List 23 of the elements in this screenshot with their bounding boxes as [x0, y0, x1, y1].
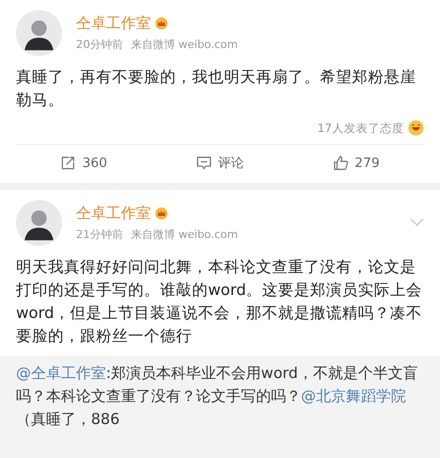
- reaction-count[interactable]: 17人发表了态度: [317, 120, 404, 136]
- quoted-post-text: @仝卓工作室:郑演员本科毕业不会用word，不就是个半文盲吗？本科论文查重了没有？论文手写的吗？@北京舞蹈学院 （真睡了，886: [0, 356, 440, 437]
- like-button[interactable]: 279: [328, 152, 384, 174]
- post-text: 明天我真得好好问问北舞，本科论文查重了没有，论文是打印的还是手写的。谁敲的word。这要是郑演员实际上会word，但是上节目装逼说不会，那不就是撒谎精吗？凑不要脸的，跟粉丝一个德行: [16, 257, 424, 347]
- comment-icon: [196, 155, 212, 171]
- author-name[interactable]: 仝卓工作室: [76, 204, 151, 223]
- post-time: 20分钟前: [76, 37, 123, 52]
- post-source: 来自微博 weibo.com: [131, 227, 238, 242]
- laughing-face-icon[interactable]: [408, 120, 424, 136]
- comment-button[interactable]: 评论: [192, 152, 248, 174]
- avatar-icon[interactable]: [16, 200, 62, 246]
- author-name[interactable]: 仝卓工作室: [76, 14, 151, 33]
- post-source: 来自微博 weibo.com: [131, 37, 238, 52]
- crown-icon: [155, 17, 168, 30]
- mention-link[interactable]: @北京舞蹈学院: [301, 387, 406, 405]
- avatar-icon[interactable]: [16, 10, 62, 56]
- post-time: 21分钟前: [76, 227, 123, 242]
- repost-button[interactable]: 360: [56, 152, 112, 174]
- mention-link[interactable]: @仝卓工作室: [16, 364, 106, 382]
- share-icon: [60, 155, 76, 171]
- thumbs-up-icon: [332, 155, 349, 171]
- post-text: 真睡了，再有不要脸的，我也明天再扇了。希望郑粉悬崖勒马。: [16, 67, 417, 111]
- crown-icon: [155, 207, 168, 220]
